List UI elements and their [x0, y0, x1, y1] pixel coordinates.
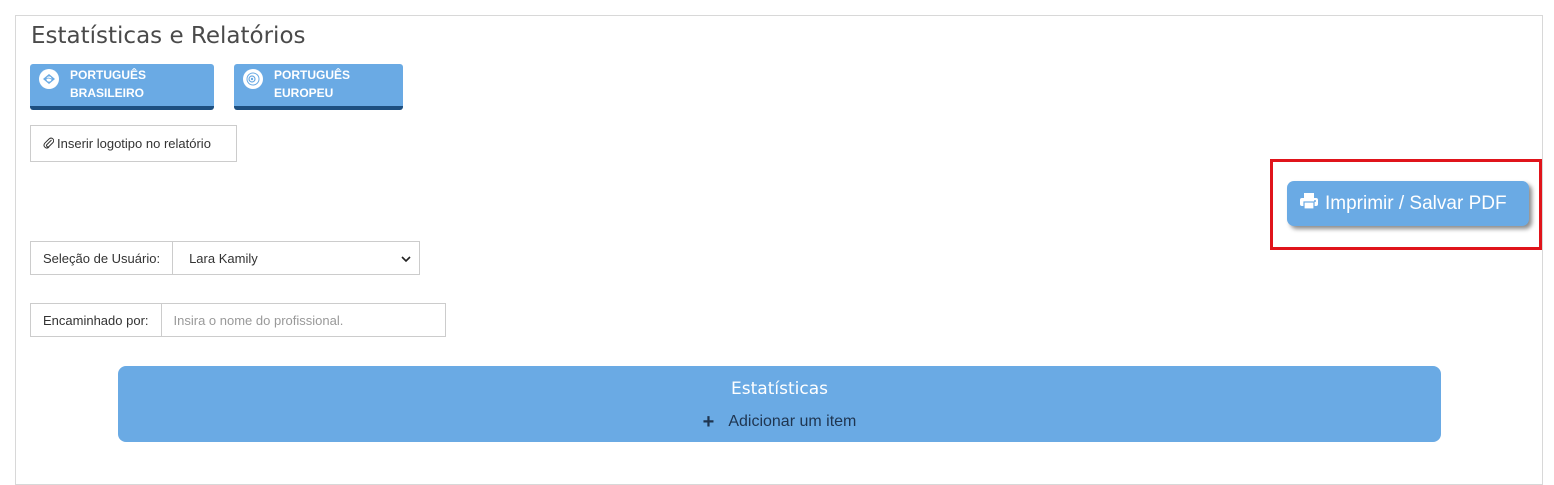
referred-by-input[interactable] [161, 304, 445, 336]
print-save-pdf-label: Imprimir / Salvar PDF [1325, 192, 1507, 214]
user-selection-group: Seleção de Usuário: Lara Kamily [30, 241, 420, 275]
chevron-down-icon [401, 251, 411, 266]
paperclip-icon [43, 136, 55, 152]
language-button-brazilian-portuguese[interactable]: PORTUGUÊS BRASILEIRO [30, 64, 214, 110]
insert-logo-button[interactable]: Inserir logotipo no relatório [30, 125, 237, 162]
language-button-european-portuguese[interactable]: PORTUGUÊS EUROPEU [234, 64, 403, 110]
referred-by-group: Encaminhado por: [30, 303, 446, 337]
user-selection-label: Seleção de Usuário: [31, 242, 174, 274]
print-save-pdf-button[interactable]: Imprimir / Salvar PDF [1287, 181, 1529, 226]
insert-logo-label: Inserir logotipo no relatório [57, 136, 211, 151]
statistics-panel: Estatísticas + Adicionar um item [118, 366, 1441, 442]
printer-icon [1299, 192, 1325, 216]
add-item-button[interactable]: + Adicionar um item [118, 411, 1441, 433]
user-select-value: Lara Kamily [189, 250, 258, 266]
brazil-flag-icon [39, 69, 59, 89]
add-item-label: Adicionar um item [728, 413, 857, 430]
referred-by-label: Encaminhado por: [31, 304, 162, 336]
page-title: Estatísticas e Relatórios [31, 23, 306, 49]
language-label-brazilian: PORTUGUÊS BRASILEIRO [70, 68, 147, 100]
plus-icon: + [702, 411, 715, 433]
portugal-flag-icon [243, 69, 263, 89]
user-select[interactable]: Lara Kamily [173, 242, 419, 274]
language-label-european: PORTUGUÊS EUROPEU [274, 68, 351, 100]
statistics-title: Estatísticas [731, 379, 828, 399]
